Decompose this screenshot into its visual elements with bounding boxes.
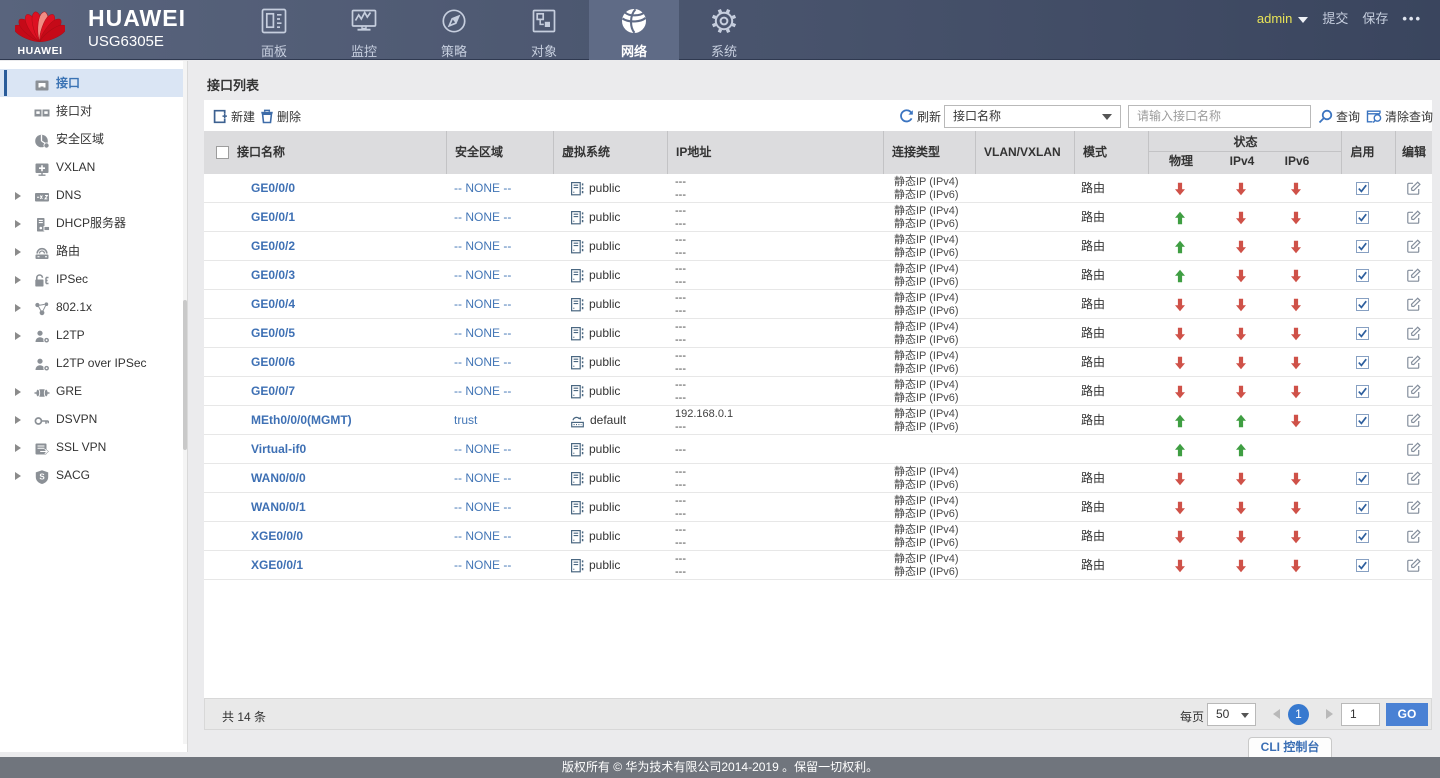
svg-text:S: S [39, 473, 45, 482]
